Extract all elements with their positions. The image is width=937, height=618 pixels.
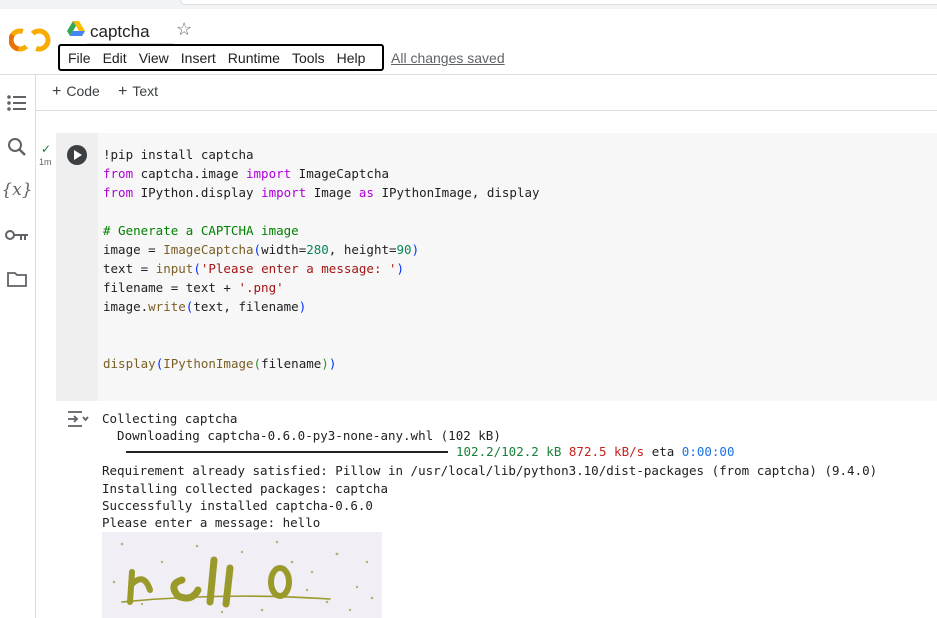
folder-icon[interactable]	[5, 267, 29, 291]
colab-logo[interactable]	[9, 25, 51, 55]
output-line: Downloading captcha-0.6.0-py3-none-any.w…	[102, 428, 501, 444]
progress-eta-label: eta	[651, 444, 675, 459]
captcha-image	[102, 532, 382, 618]
menu-view[interactable]: View	[133, 50, 175, 66]
code-line: from IPython.display import Image as IPy…	[103, 185, 540, 200]
download-progress-stats: 102.2/102.2 kB 872.5 kB/s eta 0:00:00	[456, 444, 734, 459]
menu-insert[interactable]: Insert	[175, 50, 222, 66]
code-line: !pip install captcha	[103, 147, 254, 162]
output-line: Requirement already satisfied: Pillow in…	[102, 463, 878, 479]
plus-icon: +	[52, 83, 62, 100]
code-line: # Generate a CAPTCHA image	[103, 223, 299, 238]
code-line: image.write(text, filename)	[103, 299, 307, 314]
toc-icon[interactable]	[5, 91, 29, 115]
plus-icon: +	[118, 83, 128, 100]
code-editor[interactable]: !pip install captcha from captcha.image …	[103, 145, 540, 373]
code-line: image = ImageCaptcha(width=280, height=9…	[103, 242, 420, 257]
top-strip-inner	[180, 0, 937, 5]
captcha-graphic	[112, 540, 374, 614]
add-code-button[interactable]: + Code	[52, 83, 100, 101]
progress-size: 102.2/102.2 kB	[456, 444, 562, 459]
code-line: filename = text + '.png'	[103, 280, 284, 295]
search-icon[interactable]	[5, 135, 29, 159]
output-line: Successfully installed captcha-0.6.0	[102, 498, 373, 514]
code-line: from captcha.image import ImageCaptcha	[103, 166, 389, 181]
notebook-toolbar: + Code + Text	[36, 75, 937, 111]
header: captcha ☆ File Edit View Insert Runtime …	[0, 9, 937, 75]
add-code-label: Code	[66, 83, 100, 99]
download-progress-bar	[126, 451, 448, 453]
run-cell-button[interactable]	[67, 145, 87, 165]
menu-tools[interactable]: Tools	[286, 50, 331, 66]
output-line: Collecting captcha	[102, 411, 238, 426]
top-strip	[0, 0, 937, 9]
menu-edit[interactable]: Edit	[97, 50, 133, 66]
cell-status-check-icon: ✓	[41, 142, 52, 156]
code-line: display(IPythonImage(filename))	[103, 356, 337, 371]
menu-file[interactable]: File	[62, 50, 97, 66]
menu-runtime[interactable]: Runtime	[222, 50, 286, 66]
variables-icon[interactable]: {x}	[1, 178, 32, 202]
code-line: text = input('Please enter a message: ')	[103, 261, 405, 276]
menu-help[interactable]: Help	[331, 50, 372, 66]
output-text: Collecting captcha Downloading captcha-0…	[102, 410, 877, 532]
add-text-label: Text	[132, 83, 159, 99]
key-icon[interactable]	[5, 223, 29, 247]
cell-gutter	[56, 133, 98, 401]
output-line: Installing collected packages: captcha	[102, 480, 388, 496]
menu-bar: File Edit View Insert Runtime Tools Help	[58, 44, 384, 71]
add-text-button[interactable]: + Text	[118, 83, 158, 101]
progress-speed: 872.5 kB/s	[568, 444, 645, 459]
save-status-link[interactable]: All changes saved	[391, 50, 505, 66]
notebook-title-input[interactable]: captcha	[86, 20, 174, 44]
left-sidebar: {x}	[0, 75, 36, 618]
progress-eta: 0:00:00	[681, 444, 735, 459]
cell-exec-time: 1m	[39, 157, 52, 167]
star-icon[interactable]: ☆	[176, 19, 192, 40]
output-menu-icon[interactable]	[67, 410, 89, 428]
output-line: Please enter a message: hello	[102, 515, 321, 531]
drive-icon[interactable]	[67, 21, 85, 37]
